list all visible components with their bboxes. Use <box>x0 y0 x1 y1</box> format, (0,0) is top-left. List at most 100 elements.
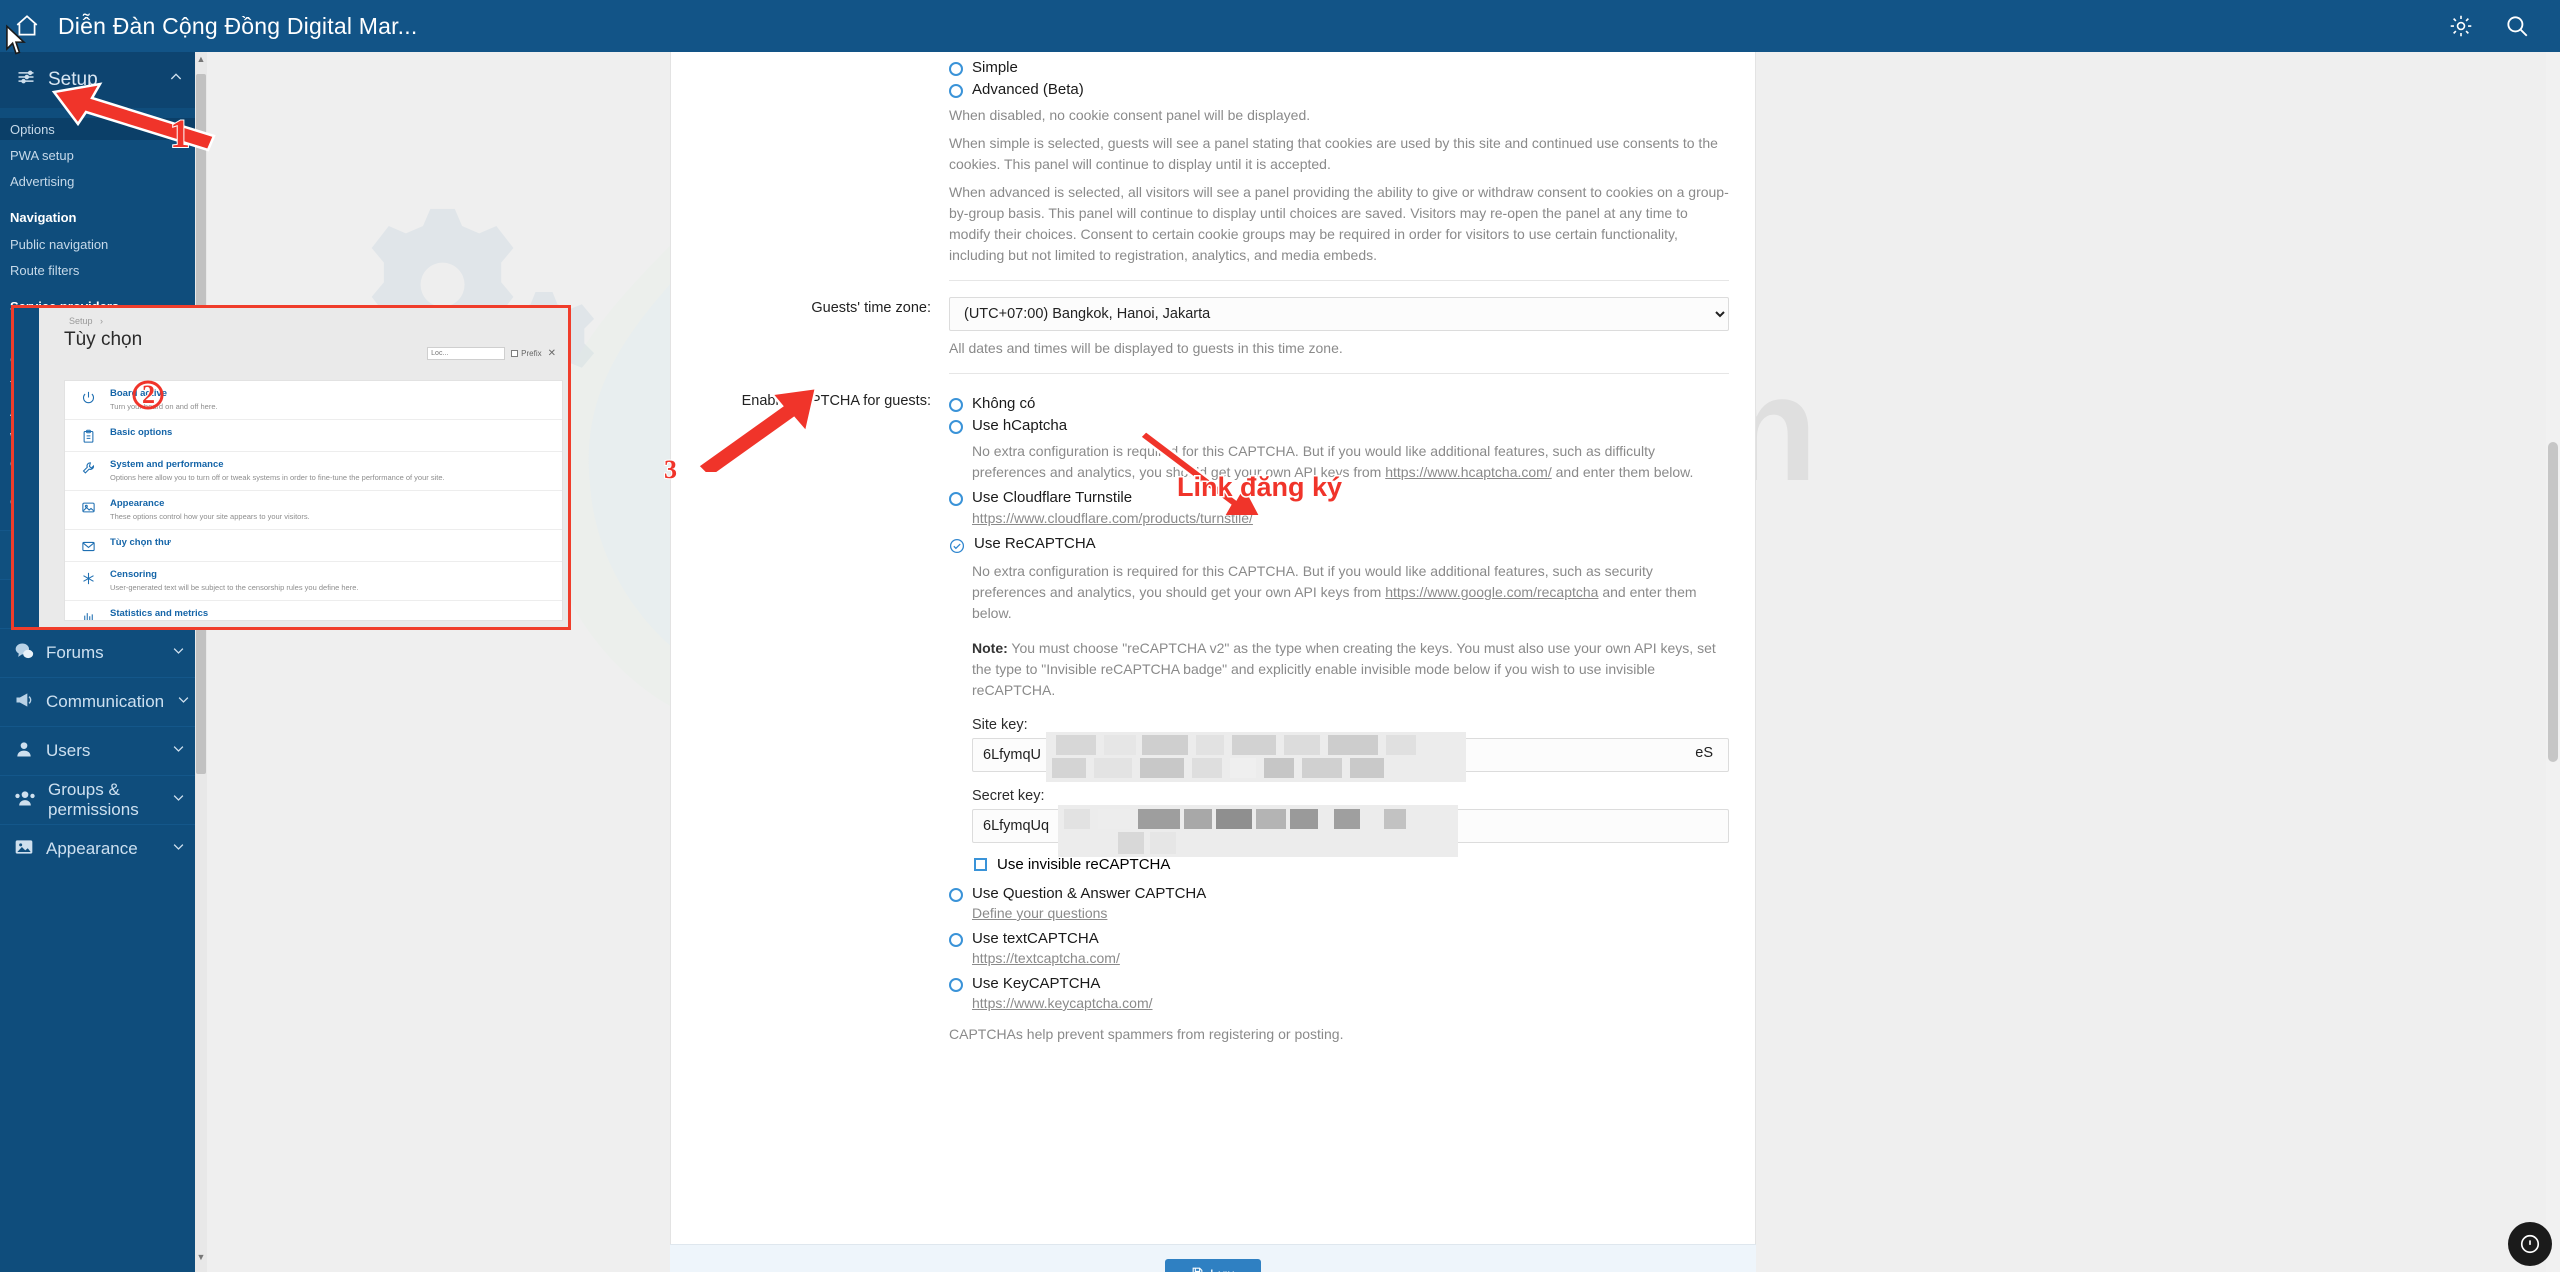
inset-prefix-toggle[interactable]: Prefix <box>511 349 542 358</box>
sidebar: Setup Options PWA setup Advertising Navi… <box>0 52 200 1272</box>
sidebar-item-advertising[interactable]: Advertising <box>0 170 200 192</box>
inset-breadcrumb-label[interactable]: Setup <box>69 316 93 326</box>
list-item[interactable]: System and performance Options here allow… <box>65 452 562 491</box>
radio-cookie-simple[interactable]: Simple <box>949 59 1729 76</box>
secret-key-input[interactable] <box>972 809 1729 843</box>
list-item[interactable]: Statistics and metrics <box>65 601 562 620</box>
invisible-recaptcha-checkbox-row[interactable]: Use invisible reCAPTCHA <box>974 856 1729 873</box>
invisible-recaptcha-label: Use invisible reCAPTCHA <box>997 856 1171 873</box>
note-bold: Note: <box>972 640 1008 656</box>
cookie-help-advanced: When advanced is selected, all visitors … <box>949 184 1729 263</box>
checkbox-icon[interactable] <box>974 858 987 871</box>
cookie-help-disabled: When disabled, no cookie consent panel w… <box>949 107 1311 123</box>
sidebar-section-groups-permissions[interactable]: Groups & permissions <box>0 775 200 824</box>
radio-icon[interactable] <box>949 492 963 506</box>
radio-icon-selected[interactable] <box>949 538 965 554</box>
inset-filter-input[interactable] <box>427 347 506 360</box>
annotation-number-2: 2 <box>141 379 156 410</box>
sidebar-section-label: Users <box>46 741 91 760</box>
radio-captcha-recaptcha[interactable]: Use ReCAPTCHA <box>949 535 1729 554</box>
timezone-help: All dates and times will be displayed to… <box>949 340 1343 356</box>
list-item-desc: User-generated text will be subject to t… <box>110 583 359 592</box>
radio-icon[interactable] <box>949 62 963 76</box>
annotation-link-label: Link đăng ký <box>1175 471 1343 504</box>
sidebar-section-communication[interactable]: Communication <box>0 677 200 726</box>
note-text: You must choose "reCAPTCHA v2" as the ty… <box>972 640 1716 698</box>
list-item[interactable]: Tùy chọn thư <box>65 530 562 562</box>
radio-captcha-textcaptcha[interactable]: Use textCAPTCHA <box>949 930 1729 947</box>
radio-label: Use textCAPTCHA <box>972 930 1099 947</box>
list-item-title: System and performance <box>110 459 224 470</box>
sidebar-scrollbar[interactable]: ▲ ▼ <box>195 52 207 1272</box>
top-bar: Diễn Đàn Cộng Đồng Digital Mar... <box>0 0 2560 52</box>
image-icon <box>77 498 99 515</box>
recaptcha-link[interactable]: https://www.google.com/recaptcha <box>1385 584 1598 600</box>
sliders-icon <box>16 67 36 93</box>
help-fab-button[interactable] <box>2508 1222 2552 1266</box>
main-scroll-thumb[interactable] <box>2548 442 2558 762</box>
sidebar-section-label: Setup <box>48 69 98 90</box>
sidebar-section-users[interactable]: Users <box>0 726 200 775</box>
radio-captcha-hcaptcha[interactable]: Use hCaptcha <box>949 417 1729 434</box>
chevron-down-icon[interactable] <box>176 692 191 712</box>
chevron-down-icon[interactable] <box>171 741 186 761</box>
radio-icon[interactable] <box>949 84 963 98</box>
list-item-title: Statistics and metrics <box>110 608 209 619</box>
sidebar-section-appearance[interactable]: Appearance <box>0 824 200 873</box>
sidebar-section-forums[interactable]: Forums <box>0 628 200 677</box>
wrench-icon <box>77 459 99 476</box>
close-icon[interactable]: ✕ <box>548 348 556 359</box>
gear-icon[interactable] <box>2448 13 2474 39</box>
clipboard-icon <box>77 427 99 444</box>
search-icon[interactable] <box>2504 13 2530 39</box>
radio-captcha-keycaptcha[interactable]: Use KeyCAPTCHA <box>949 975 1729 992</box>
power-icon <box>77 388 99 405</box>
envelope-icon <box>77 537 99 554</box>
site-key-input[interactable] <box>972 738 1729 772</box>
recaptcha-note: Note: You must choose "reCAPTCHA v2" as … <box>972 638 1729 701</box>
chevron-down-icon[interactable] <box>171 790 186 810</box>
sidebar-item-public-navigation[interactable]: Public navigation <box>0 233 200 255</box>
radio-cookie-advanced[interactable]: Advanced (Beta) <box>949 81 1729 98</box>
users-icon <box>14 788 36 813</box>
asterisk-icon <box>77 569 99 586</box>
main-scrollbar[interactable] <box>2546 52 2560 1272</box>
sidebar-section-label: Forums <box>46 643 104 662</box>
list-item-desc: These options control how your site appe… <box>110 512 310 521</box>
radio-icon[interactable] <box>949 420 963 434</box>
list-item-title: Tùy chọn thư <box>110 537 171 548</box>
home-icon[interactable] <box>0 13 54 39</box>
list-item[interactable]: Basic options <box>65 420 562 452</box>
radio-icon[interactable] <box>949 888 963 902</box>
list-item[interactable]: Board active Turn your board on and off h… <box>65 381 562 420</box>
chevron-down-icon[interactable] <box>171 643 186 663</box>
scroll-up-icon[interactable]: ▲ <box>195 54 207 72</box>
define-questions-link[interactable]: Define your questions <box>972 905 1107 921</box>
turnstile-link[interactable]: https://www.cloudflare.com/products/turn… <box>972 510 1253 526</box>
radio-label: Simple <box>972 59 1018 76</box>
scroll-down-icon[interactable]: ▼ <box>195 1252 207 1270</box>
radio-label: Use Question & Answer CAPTCHA <box>972 885 1207 902</box>
radio-label: Use Cloudflare Turnstile <box>972 489 1133 506</box>
keycaptcha-link[interactable]: https://www.keycaptcha.com/ <box>972 995 1153 1011</box>
site-key-tail: eS <box>1695 745 1713 761</box>
list-item[interactable]: Censoring User-generated text will be sub… <box>65 562 562 601</box>
checkbox-icon[interactable] <box>511 350 519 357</box>
sidebar-item-route-filters[interactable]: Route filters <box>0 259 200 281</box>
sidebar-section-setup[interactable]: Setup <box>0 52 200 108</box>
radio-captcha-qa[interactable]: Use Question & Answer CAPTCHA <box>949 885 1729 902</box>
save-bar: Lưu <box>670 1244 1756 1272</box>
radio-icon[interactable] <box>949 978 963 992</box>
save-button-label: Lưu <box>1210 1266 1235 1272</box>
radio-icon[interactable] <box>949 398 963 412</box>
list-item[interactable]: Appearance These options control how your… <box>65 491 562 530</box>
radio-captcha-none[interactable]: Không có <box>949 395 1729 412</box>
hcaptcha-link[interactable]: https://www.hcaptcha.com/ <box>1385 464 1552 480</box>
cookie-help-simple: When simple is selected, guests will see… <box>949 135 1718 172</box>
timezone-select[interactable]: (UTC+07:00) Bangkok, Hanoi, Jakarta <box>949 297 1729 331</box>
save-button[interactable]: Lưu <box>1165 1259 1261 1272</box>
chevron-down-icon[interactable] <box>171 839 186 859</box>
textcaptcha-link[interactable]: https://textcaptcha.com/ <box>972 950 1120 966</box>
radio-icon[interactable] <box>949 933 963 947</box>
chevron-up-icon[interactable] <box>168 69 184 91</box>
